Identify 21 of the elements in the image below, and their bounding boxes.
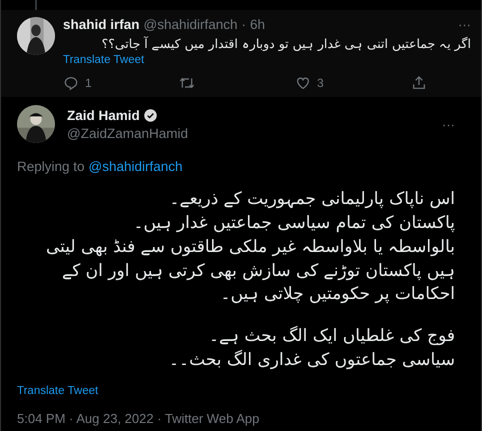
- share-icon[interactable]: [411, 75, 427, 92]
- tweet-text: اگر یہ جماعتیں اتنی ہی غدار ہیں تو دوبارہ اقتدار میں کیسے آ جاتی؟؟: [100, 36, 471, 52]
- tweet-time[interactable]: 6h: [250, 17, 266, 32]
- replying-label: Replying to: [17, 159, 85, 174]
- author-handle[interactable]: @shahidirfanch: [144, 17, 238, 32]
- like-icon[interactable]: [295, 75, 311, 92]
- tweet-paragraph: اس ناپاک پارلیمانی جمہوریت کے ذریعے۔ پاکستان کی تمام سیاسی جماعتیں غدار ہیں۔ بالواسطہ یا بلاواسطہ غیر ملکی طاقتوں سے فنڈ بھی لیتی ہیں پاکستان توڑنے کی سازش بھی کرتی ہیں اور ان کے احکامات پر حکومتیں چلاتی ہیں۔: [44, 188, 455, 306]
- translate-link[interactable]: Translate Tweet: [17, 384, 455, 397]
- author-handle[interactable]: @ZaidZamanHamid: [67, 126, 188, 141]
- tweet-timestamp: 5:04 PM · Aug 23, 2022 · Twitter Web App: [17, 410, 260, 426]
- tweet-paragraph: فوج کی غلطیاں ایک الگ بحث ہے۔ سیاسی جماعتوں کی غداری الگ بحث۔۔: [168, 325, 455, 372]
- dot-separator: ·: [242, 17, 246, 32]
- mention-link[interactable]: @shahidirfanch: [88, 159, 183, 174]
- reply-count: 1: [85, 76, 92, 90]
- more-icon[interactable]: ···: [458, 17, 471, 32]
- translate-link[interactable]: Translate Tweet: [63, 54, 471, 66]
- like-count: 3: [317, 76, 324, 90]
- reply-icon[interactable]: [63, 75, 79, 92]
- author-name[interactable]: shahid irfan: [63, 17, 140, 32]
- author-name[interactable]: Zaid Hamid: [67, 108, 140, 123]
- more-icon[interactable]: ···: [442, 116, 455, 132]
